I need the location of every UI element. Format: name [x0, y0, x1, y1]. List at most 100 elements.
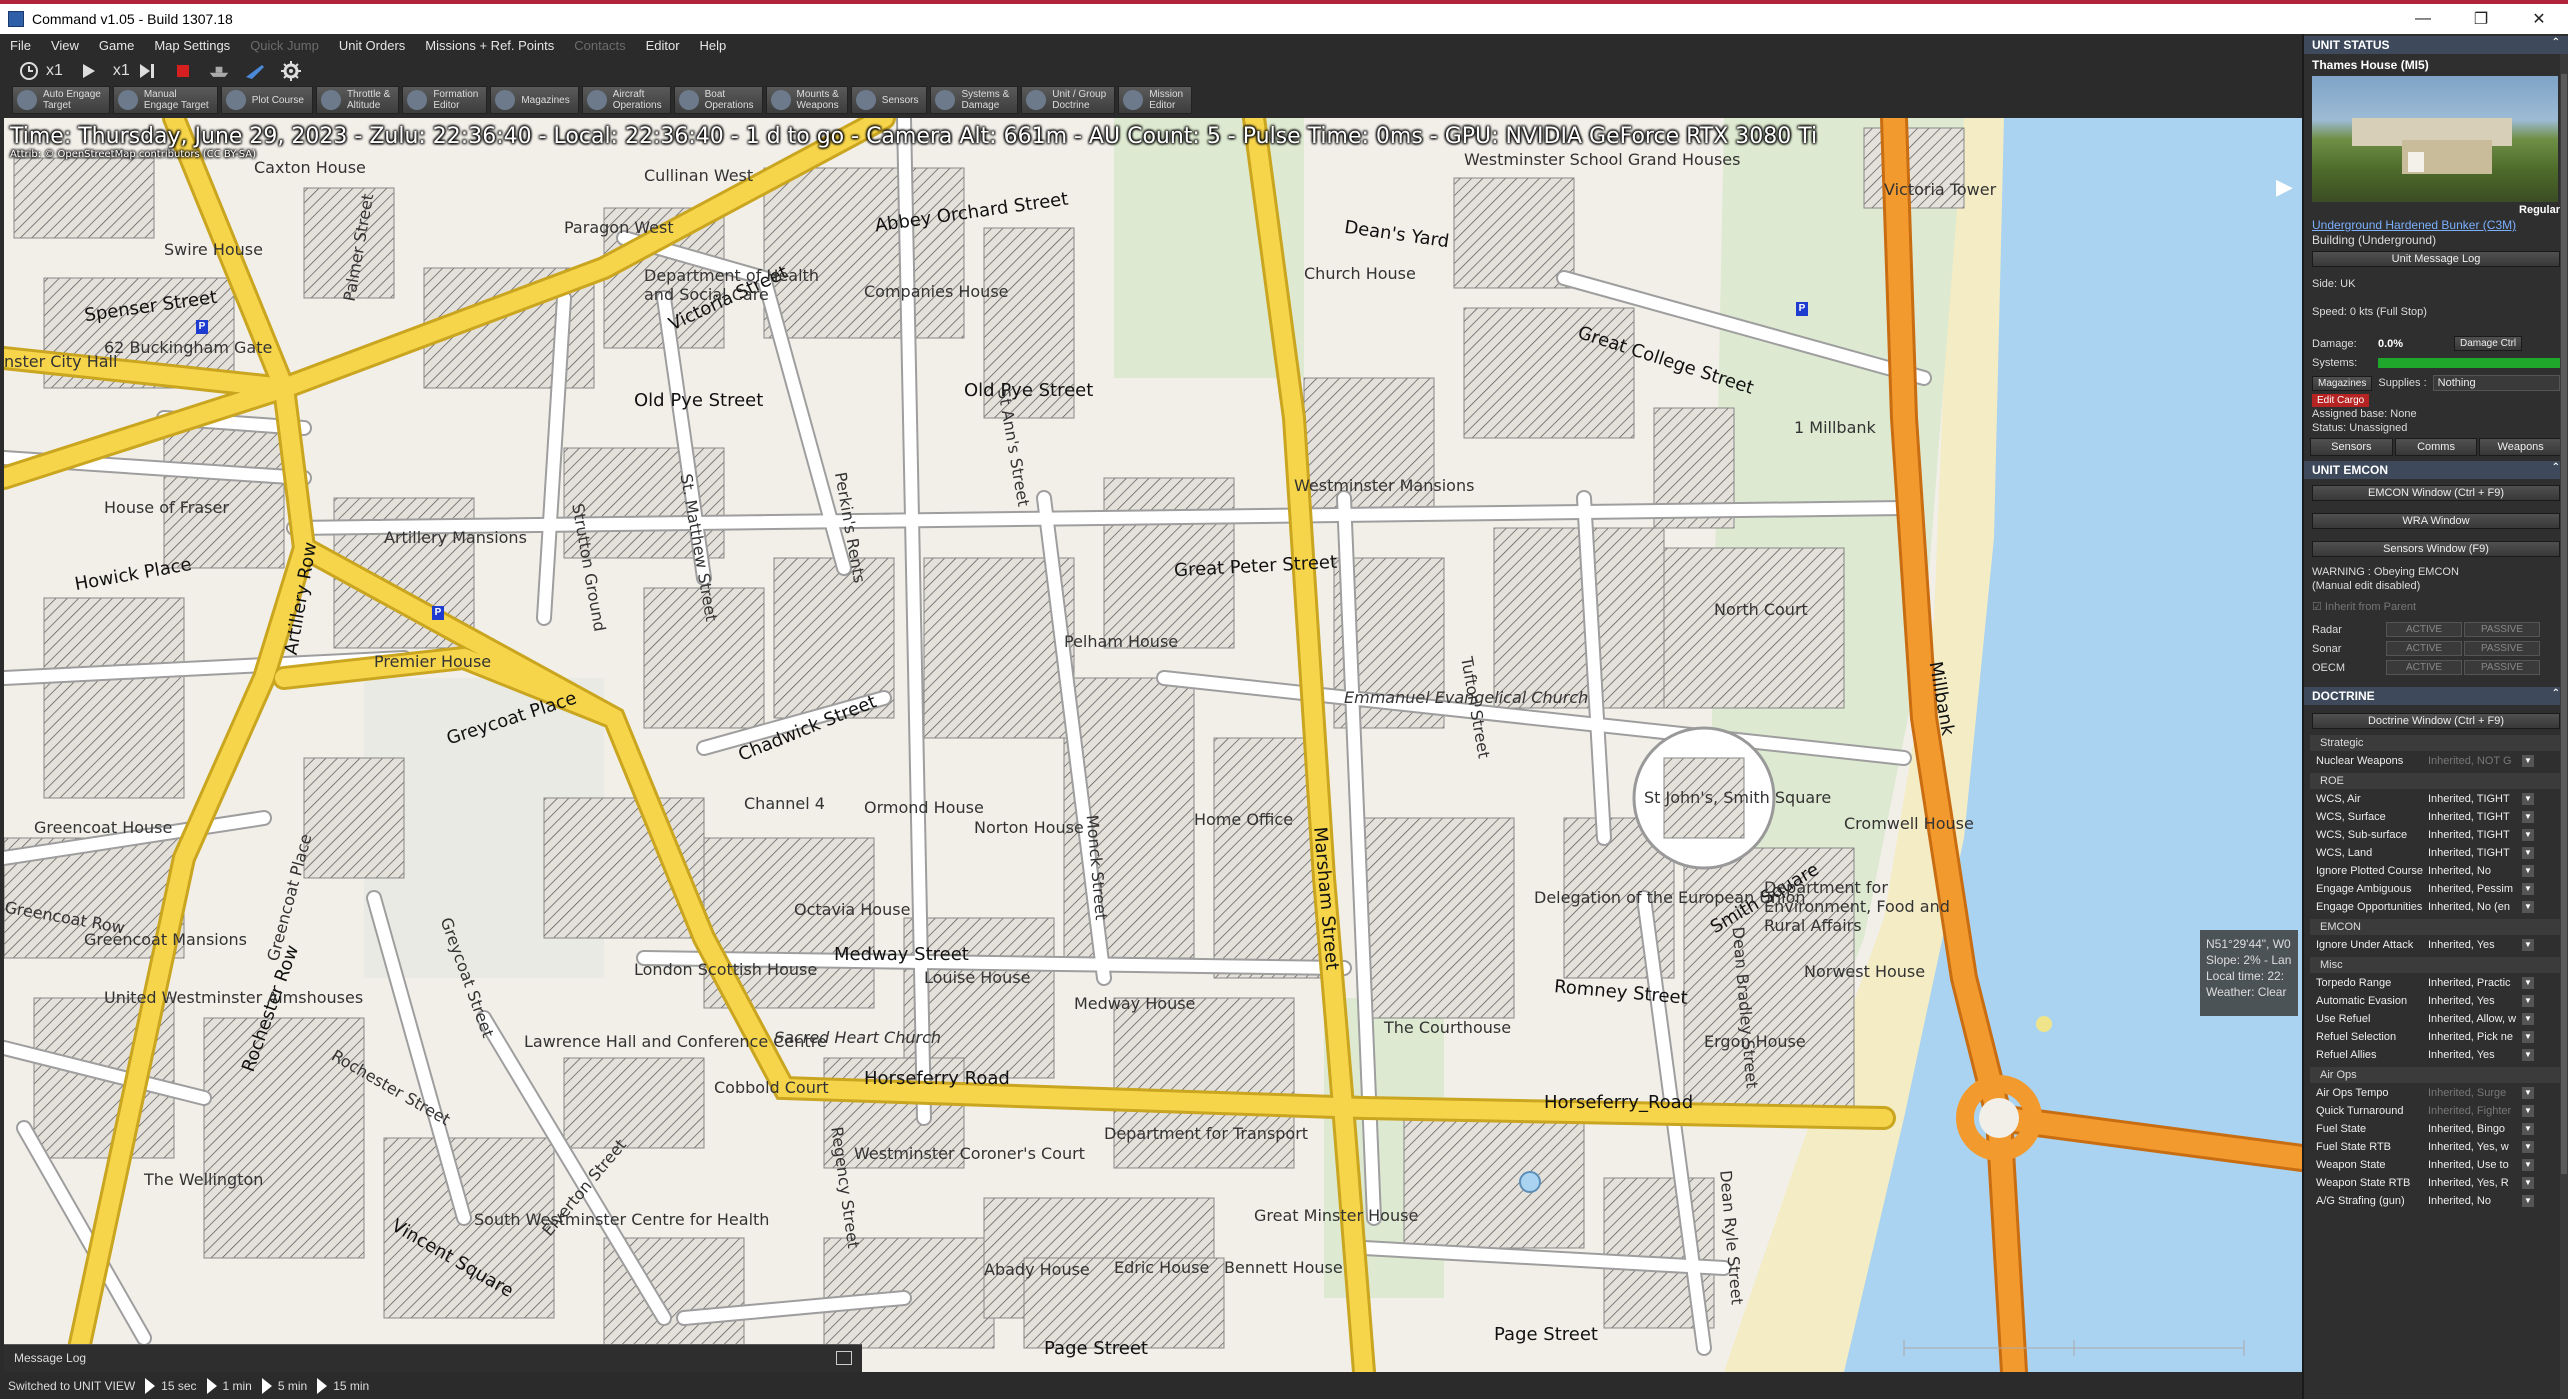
doctrine-value[interactable]: Inherited, NOT G: [2428, 755, 2518, 767]
popout-icon[interactable]: [836, 1351, 852, 1365]
doctrine-value[interactable]: Inherited, TIGHT: [2428, 829, 2518, 841]
doctrine-value[interactable]: Inherited, Allow, w: [2428, 1013, 2518, 1025]
unit-type-link[interactable]: Underground Hardened Bunker (C3M): [2304, 218, 2568, 232]
menu-file[interactable]: File: [0, 38, 41, 53]
doctrine-value[interactable]: Inherited, Yes: [2428, 1049, 2518, 1061]
tab-comms[interactable]: Comms: [2394, 438, 2478, 456]
doctrine-value[interactable]: Inherited, TIGHT: [2428, 793, 2518, 805]
doctrine-value[interactable]: Inherited, No: [2428, 865, 2518, 877]
doctrine-value[interactable]: Inherited, Use to: [2428, 1159, 2518, 1171]
doctrine-header[interactable]: DOCTRINE ⌃: [2304, 687, 2568, 705]
dropdown-arrow-icon[interactable]: ▼: [2522, 1195, 2534, 1207]
edit-cargo-button[interactable]: Edit Cargo: [2312, 394, 2370, 407]
step-15sec[interactable]: 15 sec: [145, 1377, 197, 1394]
clock-control[interactable]: x1: [18, 60, 63, 82]
doctrine-value[interactable]: Inherited, Pessim: [2428, 883, 2518, 895]
command-button[interactable]: Magazines: [490, 86, 579, 114]
menu-missions[interactable]: Missions + Ref. Points: [415, 38, 564, 53]
ship-view-icon[interactable]: [208, 60, 230, 82]
scrollbar-thumb[interactable]: [2561, 74, 2567, 1174]
doctrine-value[interactable]: Inherited, TIGHT: [2428, 847, 2518, 859]
dropdown-arrow-icon[interactable]: ▼: [2522, 829, 2534, 841]
collapse-icon[interactable]: ⌃: [2552, 462, 2560, 473]
sensor-active-toggle[interactable]: ACTIVE: [2386, 622, 2462, 637]
play-icon[interactable]: [77, 60, 99, 82]
expand-panel-arrow-icon[interactable]: ▶: [2276, 174, 2296, 199]
collapse-icon[interactable]: ⌃: [2552, 688, 2560, 699]
unit-emcon-header[interactable]: UNIT EMCON ⌃: [2304, 461, 2568, 479]
dropdown-arrow-icon[interactable]: ▼: [2522, 1031, 2534, 1043]
command-button[interactable]: Mounts & Weapons: [765, 86, 848, 114]
dropdown-arrow-icon[interactable]: ▼: [2522, 1159, 2534, 1171]
wra-window-button[interactable]: WRA Window: [2312, 513, 2560, 529]
dropdown-arrow-icon[interactable]: ▼: [2522, 1141, 2534, 1153]
command-button[interactable]: Sensors: [850, 86, 928, 114]
maximize-button[interactable]: ❐: [2452, 4, 2510, 34]
dropdown-arrow-icon[interactable]: ▼: [2522, 1177, 2534, 1189]
command-button[interactable]: Plot Course: [220, 86, 313, 114]
menu-contacts[interactable]: Contacts: [564, 38, 635, 53]
dropdown-arrow-icon[interactable]: ▼: [2522, 755, 2534, 767]
command-button[interactable]: Systems & Damage: [930, 86, 1019, 114]
doctrine-value[interactable]: Inherited, Bingo: [2428, 1123, 2518, 1135]
tab-weapons[interactable]: Weapons: [2479, 438, 2563, 456]
step-5min[interactable]: 5 min: [261, 1377, 307, 1394]
doctrine-value[interactable]: Inherited, No: [2428, 1195, 2518, 1207]
doctrine-value[interactable]: Inherited, Practic: [2428, 977, 2518, 989]
doctrine-value[interactable]: Inherited, TIGHT: [2428, 811, 2518, 823]
dropdown-arrow-icon[interactable]: ▼: [2522, 793, 2534, 805]
dropdown-arrow-icon[interactable]: ▼: [2522, 811, 2534, 823]
sensor-active-toggle[interactable]: ACTIVE: [2386, 641, 2462, 656]
doctrine-value[interactable]: Inherited, Fighter: [2428, 1105, 2518, 1117]
unit-marker[interactable]: P: [432, 606, 444, 620]
dropdown-arrow-icon[interactable]: ▼: [2522, 1087, 2534, 1099]
inherit-checkbox[interactable]: ☑ Inherit from Parent: [2304, 599, 2568, 614]
dropdown-arrow-icon[interactable]: ▼: [2522, 1105, 2534, 1117]
tab-sensors[interactable]: Sensors: [2310, 438, 2393, 456]
dropdown-arrow-icon[interactable]: ▼: [2522, 1049, 2534, 1061]
sensor-passive-toggle[interactable]: PASSIVE: [2464, 660, 2540, 675]
sensor-active-toggle[interactable]: ACTIVE: [2386, 660, 2462, 675]
unit-status-header[interactable]: UNIT STATUS ⌃: [2304, 36, 2568, 54]
unit-marker[interactable]: P: [1796, 302, 1808, 316]
record-icon[interactable]: [172, 60, 194, 82]
command-button[interactable]: Mission Editor: [1118, 86, 1193, 114]
panel-scrollbar[interactable]: [2560, 54, 2568, 1399]
command-button[interactable]: Boat Operations: [673, 86, 763, 114]
close-button[interactable]: ✕: [2510, 4, 2568, 34]
dropdown-arrow-icon[interactable]: ▼: [2522, 865, 2534, 877]
command-button[interactable]: Formation Editor: [402, 86, 488, 114]
unit-message-log-button[interactable]: Unit Message Log: [2312, 251, 2560, 267]
doctrine-value[interactable]: Inherited, Yes, w: [2428, 1141, 2518, 1153]
doctrine-value[interactable]: Inherited, Pick ne: [2428, 1031, 2518, 1043]
dropdown-arrow-icon[interactable]: ▼: [2522, 939, 2534, 951]
settings-icon[interactable]: [280, 60, 302, 82]
menu-quick-jump[interactable]: Quick Jump: [240, 38, 329, 53]
menu-map-settings[interactable]: Map Settings: [144, 38, 240, 53]
menu-unit-orders[interactable]: Unit Orders: [329, 38, 415, 53]
step-1min[interactable]: 1 min: [206, 1377, 252, 1394]
dropdown-arrow-icon[interactable]: ▼: [2522, 977, 2534, 989]
command-button[interactable]: Unit / Group Doctrine: [1021, 86, 1116, 114]
dropdown-arrow-icon[interactable]: ▼: [2522, 883, 2534, 895]
unit-marker[interactable]: P: [196, 320, 208, 334]
supplies-select[interactable]: Nothing: [2432, 375, 2560, 391]
sensors-window-button[interactable]: Sensors Window (F9): [2312, 541, 2560, 557]
doctrine-value[interactable]: Inherited, Surge: [2428, 1087, 2518, 1099]
dropdown-arrow-icon[interactable]: ▼: [2522, 1013, 2534, 1025]
menu-editor[interactable]: Editor: [636, 38, 690, 53]
menu-game[interactable]: Game: [89, 38, 144, 53]
damage-control-button[interactable]: Damage Ctrl: [2454, 336, 2523, 351]
doctrine-value[interactable]: Inherited, No (en: [2428, 901, 2518, 913]
command-button[interactable]: Manual Engage Target: [112, 86, 218, 114]
message-log[interactable]: Message Log: [4, 1344, 862, 1372]
doctrine-window-button[interactable]: Doctrine Window (Ctrl + F9): [2312, 713, 2560, 729]
dropdown-arrow-icon[interactable]: ▼: [2522, 1123, 2534, 1135]
sensor-passive-toggle[interactable]: PASSIVE: [2464, 641, 2540, 656]
menu-view[interactable]: View: [41, 38, 89, 53]
magazines-button[interactable]: Magazines: [2312, 375, 2373, 391]
tactical-map[interactable]: Victoria Street Artillery Row Greycoat P…: [4, 118, 2302, 1372]
command-button[interactable]: Throttle & Altitude: [315, 86, 400, 114]
time-compression-control[interactable]: x1: [113, 60, 158, 82]
minimize-button[interactable]: —: [2394, 4, 2452, 34]
